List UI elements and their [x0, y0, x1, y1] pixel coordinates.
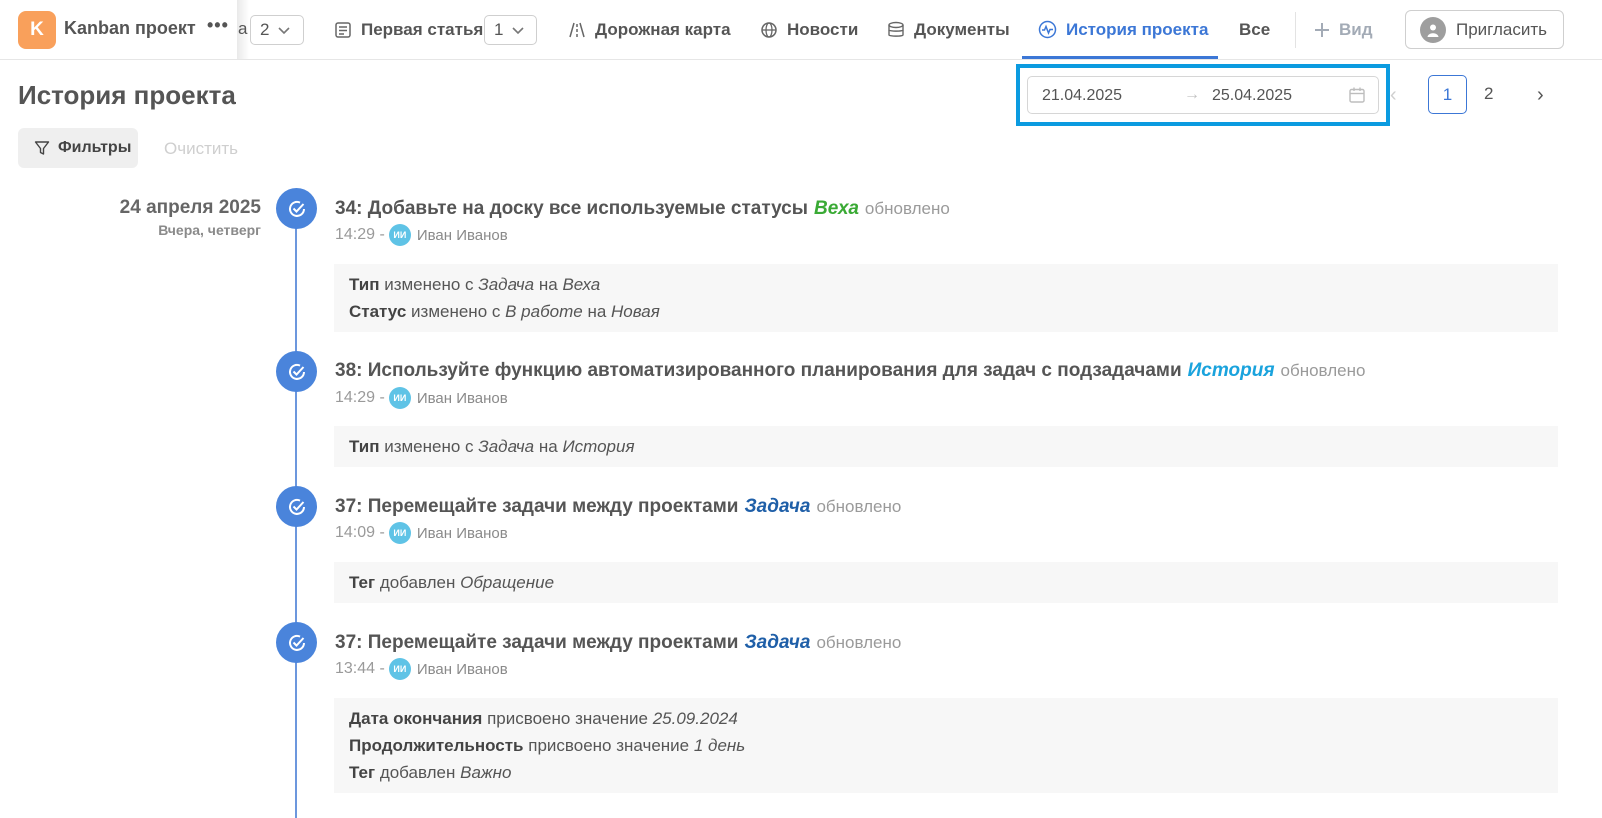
- timeline-check-icon: [276, 486, 317, 527]
- pagination-page-1[interactable]: 1: [1428, 75, 1467, 114]
- change-line: Тег добавлен Важно: [349, 763, 512, 782]
- change-line: Тег добавлен Обращение: [349, 573, 555, 592]
- add-view-label: Вид: [1339, 19, 1373, 39]
- event-type-badge: Задача: [744, 496, 811, 517]
- event-time: 14:09 -: [335, 524, 385, 541]
- event-title[interactable]: 34: Добавьте на доску все используемые с…: [335, 198, 950, 220]
- tab-label: Первая статья: [361, 19, 484, 39]
- event-action: обновлено: [816, 497, 902, 516]
- event-user[interactable]: Иван Иванов: [417, 661, 508, 678]
- top-bar: K Kanban проект ••• а 2 Первая статья 1 …: [0, 0, 1602, 60]
- project-badge[interactable]: K: [18, 11, 56, 49]
- pagination-next-button[interactable]: ›: [1537, 84, 1544, 107]
- truncated-tab-label[interactable]: а: [238, 19, 247, 39]
- change-line: Дата окончания присвоено значение 25.09.…: [349, 709, 738, 728]
- tab-documents[interactable]: Документы: [887, 0, 1010, 59]
- day-date: 24 апреля 2025: [119, 197, 261, 218]
- event-time: 13:44 -: [335, 660, 385, 677]
- day-subtitle: Вчера, четверг: [158, 222, 261, 238]
- page-title: История проекта: [18, 80, 236, 110]
- event-title[interactable]: 37: Перемещайте задачи между проектами За…: [335, 632, 901, 654]
- timeline-check-icon: [276, 622, 317, 663]
- tab-count-select-2[interactable]: 1: [484, 15, 537, 45]
- tab-count-select-1[interactable]: 2: [250, 15, 304, 45]
- tab-news[interactable]: Новости: [760, 0, 858, 59]
- event-meta: 14:09 - ИИ Иван Иванов: [335, 522, 508, 544]
- date-to-input[interactable]: 25.04.2025: [1212, 87, 1292, 105]
- user-avatar: ИИ: [388, 224, 411, 246]
- select-value: 2: [260, 20, 270, 39]
- event-changes: Тип изменено с Задача на История: [334, 426, 1558, 467]
- user-avatar: ИИ: [388, 387, 411, 409]
- tab-label: Все: [1239, 19, 1271, 39]
- event-time: 14:29 -: [335, 389, 385, 406]
- date-range-picker[interactable]: 21.04.2025 → 25.04.2025: [1027, 76, 1379, 114]
- event-title[interactable]: 38: Используйте функцию автоматизированн…: [335, 360, 1365, 382]
- globe-icon: [761, 21, 777, 38]
- tab-label: Новости: [787, 19, 859, 39]
- tab-first-article[interactable]: Первая статья: [334, 0, 483, 59]
- more-icon[interactable]: •••: [207, 15, 229, 36]
- event-title-text[interactable]: 34: Добавьте на доску все используемые с…: [335, 198, 808, 219]
- event-changes: Тег добавлен Обращение: [334, 562, 1558, 603]
- divider: [1295, 12, 1296, 48]
- timeline-check-icon: [276, 188, 317, 229]
- calendar-icon[interactable]: [1348, 86, 1366, 104]
- tab-roadmap[interactable]: Дорожная карта: [568, 0, 731, 59]
- event-title-text[interactable]: 37: Перемещайте задачи между проектами: [335, 496, 738, 517]
- invite-button[interactable]: Пригласить: [1405, 10, 1564, 49]
- filters-label: Фильтры: [58, 139, 132, 156]
- add-view-button[interactable]: Вид: [1314, 0, 1373, 59]
- timeline-check-icon: [276, 351, 317, 392]
- tab-label: Дорожная карта: [595, 19, 731, 39]
- event-action: обновлено: [864, 199, 950, 218]
- filters-button[interactable]: Фильтры: [18, 128, 138, 168]
- change-line: Тип изменено с Задача на История: [349, 437, 635, 456]
- event-user[interactable]: Иван Иванов: [417, 525, 508, 542]
- event-time: 14:29 -: [335, 226, 385, 243]
- change-line: Статус изменено с В работе на Новая: [349, 302, 660, 321]
- event-changes: Тип изменено с Задача на Веха Статус изм…: [334, 264, 1558, 332]
- invite-label: Пригласить: [1456, 19, 1548, 39]
- event-action: обновлено: [816, 633, 902, 652]
- tab-label: История проекта: [1066, 19, 1209, 39]
- arrow-right-icon: →: [1184, 86, 1200, 103]
- event-title-text[interactable]: 37: Перемещайте задачи между проектами: [335, 632, 738, 653]
- event-type-badge: История: [1187, 360, 1275, 381]
- tab-all[interactable]: Все: [1239, 0, 1270, 59]
- event-title-text[interactable]: 38: Используйте функцию автоматизированн…: [335, 360, 1182, 381]
- event-title[interactable]: 37: Перемещайте задачи между проектами За…: [335, 496, 901, 518]
- event-meta: 13:44 - ИИ Иван Иванов: [335, 658, 508, 680]
- change-line: Тип изменено с Задача на Веха: [349, 275, 601, 294]
- user-avatar: ИИ: [388, 522, 411, 544]
- project-name[interactable]: Kanban проект: [64, 18, 196, 39]
- event-action: обновлено: [1280, 361, 1366, 380]
- event-user[interactable]: Иван Иванов: [417, 227, 508, 244]
- event-user[interactable]: Иван Иванов: [417, 390, 508, 407]
- date-from-input[interactable]: 21.04.2025: [1042, 87, 1122, 105]
- user-avatar: ИИ: [388, 658, 411, 680]
- change-line: Продолжительность присвоено значение 1 д…: [349, 736, 746, 755]
- chevron-down-icon: [278, 27, 291, 35]
- event-type-badge: Задача: [744, 632, 811, 653]
- road-icon: [569, 22, 585, 37]
- chevron-down-icon: [512, 27, 525, 35]
- event-type-badge: Веха: [813, 198, 859, 219]
- activity-icon: [1038, 20, 1057, 39]
- clear-filters-button[interactable]: Очистить: [164, 139, 238, 159]
- user-avatar-icon: [1420, 16, 1446, 43]
- select-value: 1: [494, 20, 504, 39]
- active-tab-indicator: [1022, 56, 1218, 59]
- event-meta: 14:29 - ИИ Иван Иванов: [335, 224, 508, 246]
- plus-icon: [1315, 22, 1329, 37]
- board-icon: [335, 21, 351, 38]
- event-meta: 14:29 - ИИ Иван Иванов: [335, 387, 508, 409]
- documents-stack-icon: [888, 21, 904, 37]
- pagination-page-2[interactable]: 2: [1484, 84, 1493, 104]
- tab-label: Документы: [914, 19, 1010, 39]
- filter-icon: [34, 141, 50, 155]
- pagination-prev-button[interactable]: ‹: [1390, 84, 1397, 107]
- event-changes: Дата окончания присвоено значение 25.09.…: [334, 698, 1558, 793]
- tab-project-history[interactable]: История проекта: [1038, 0, 1208, 59]
